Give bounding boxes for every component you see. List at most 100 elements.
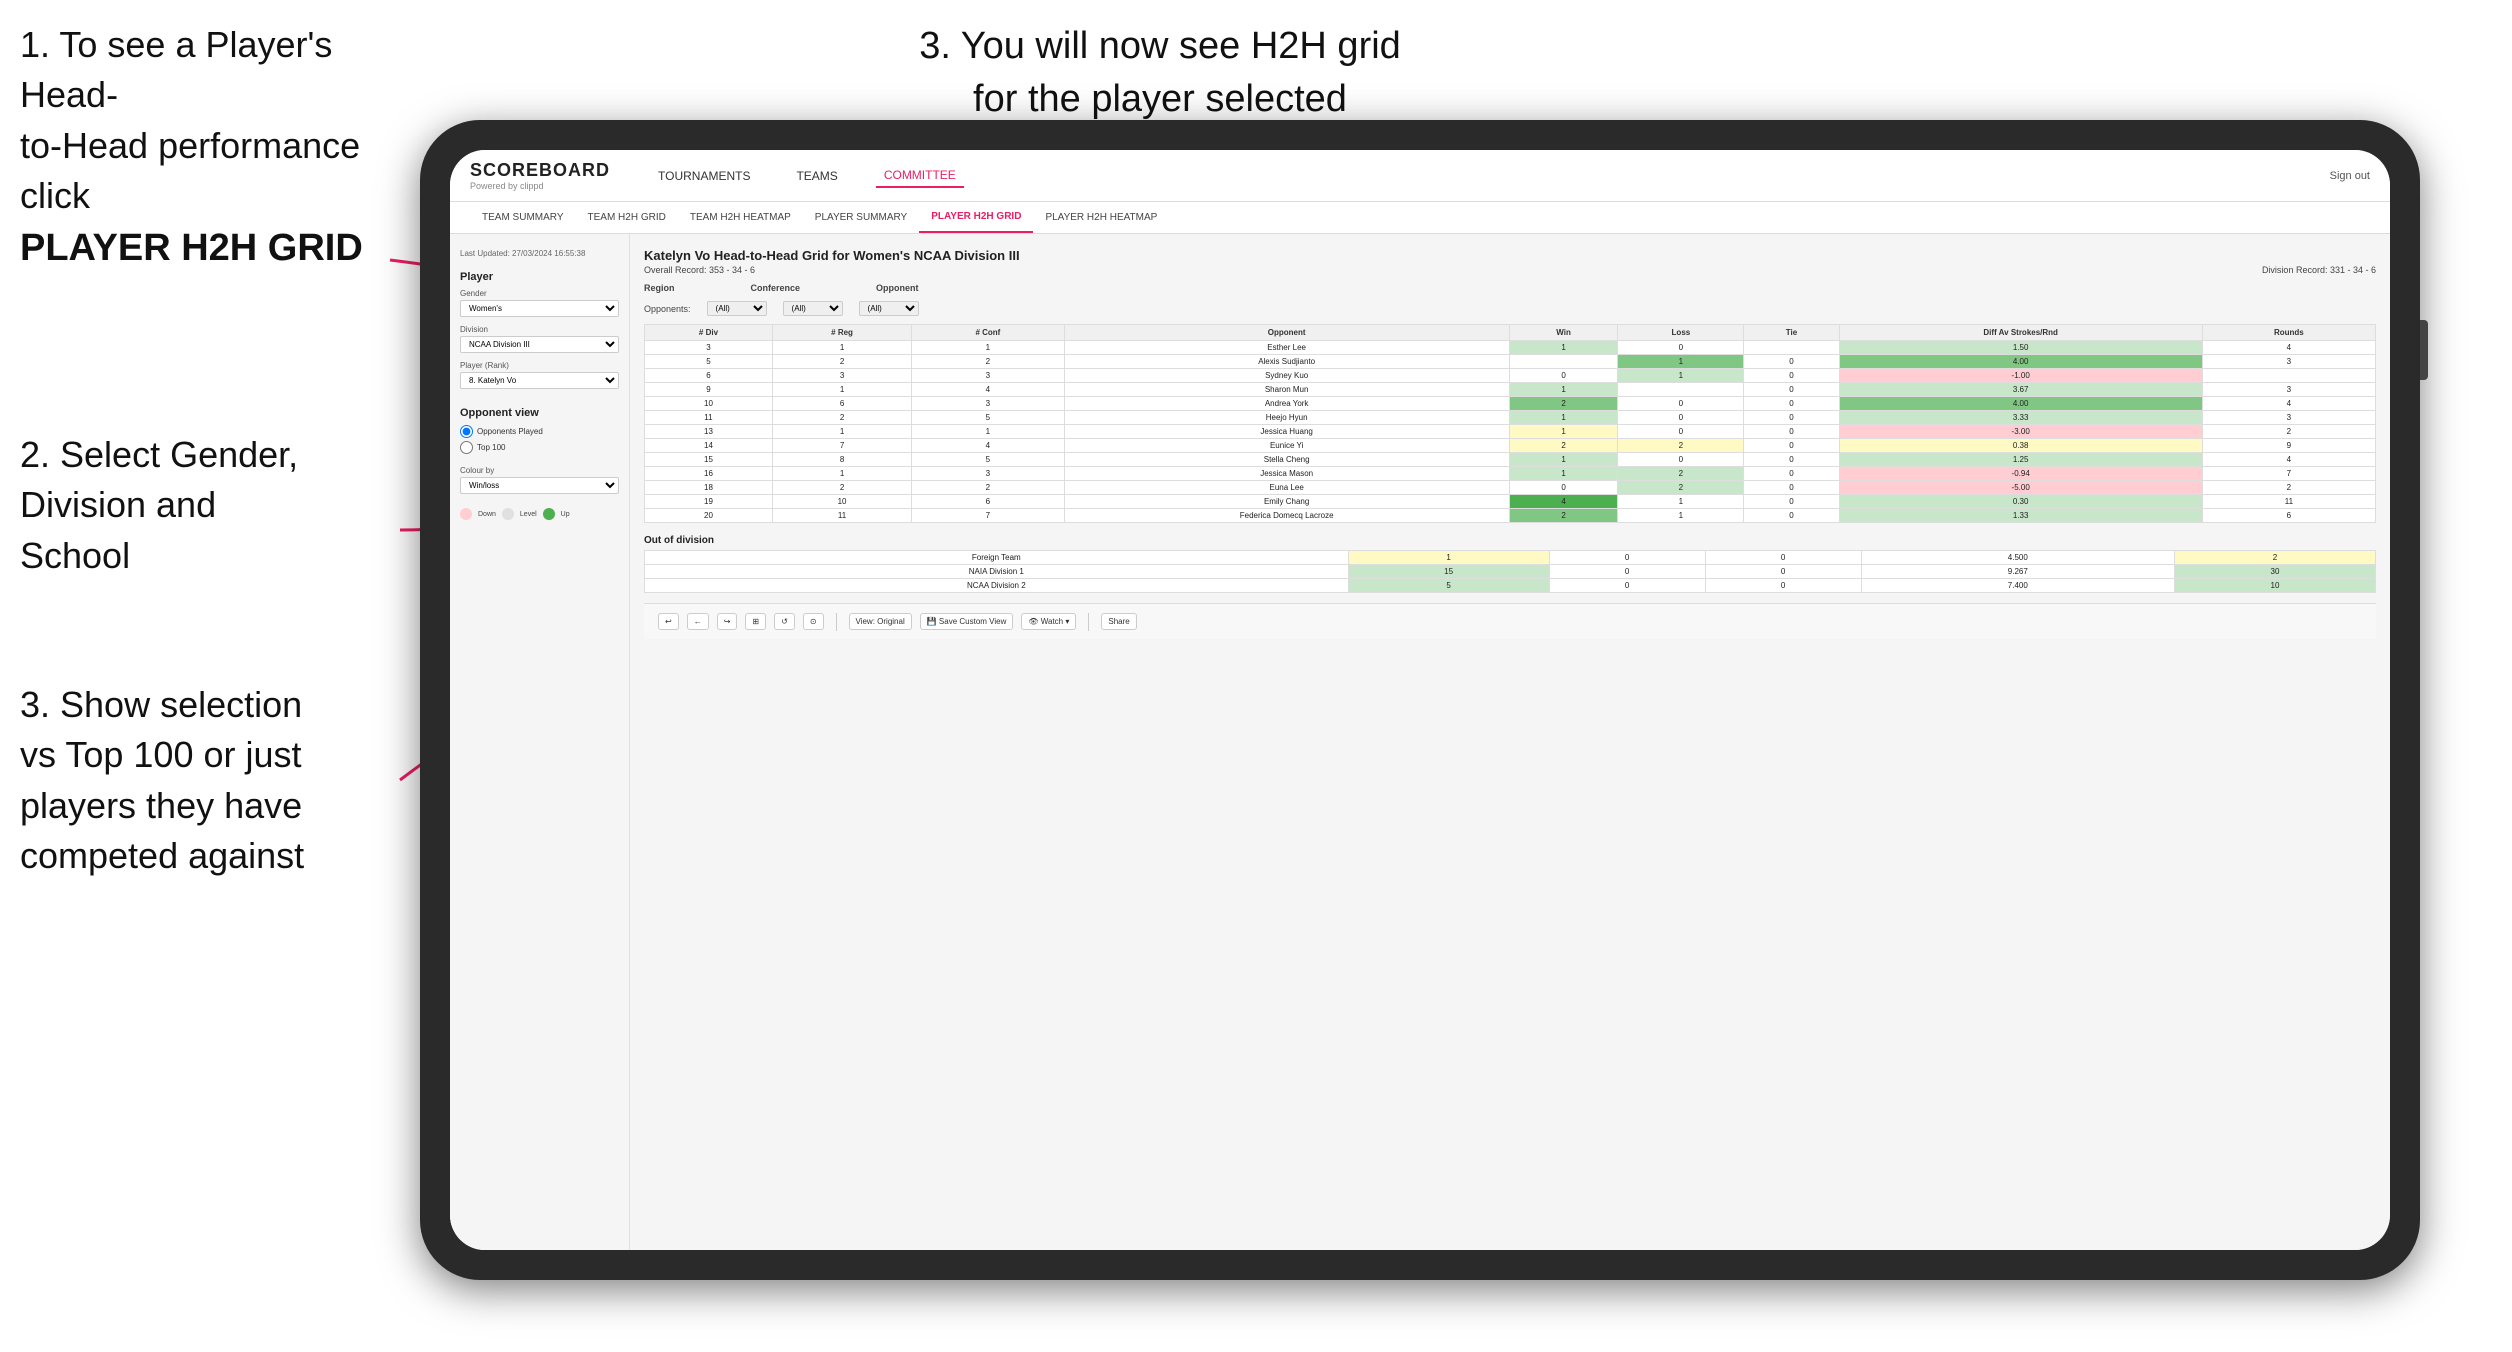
cell-rounds: 4 bbox=[2202, 341, 2375, 355]
sub-nav-team-summary[interactable]: TEAM SUMMARY bbox=[470, 202, 576, 233]
conference-label: Conference bbox=[751, 283, 801, 293]
cell-div: 10 bbox=[645, 397, 773, 411]
cell-win: 0 bbox=[1509, 481, 1618, 495]
table-row: 15 8 5 Stella Cheng 1 0 0 1.25 4 bbox=[645, 453, 2376, 467]
cell-diff: 0.38 bbox=[1839, 439, 2202, 453]
cell-loss: 2 bbox=[1618, 467, 1744, 481]
table-row: 18 2 2 Euna Lee 0 2 0 -5.00 2 bbox=[645, 481, 2376, 495]
cell-rounds: 3 bbox=[2202, 411, 2375, 425]
sidebar-division-select[interactable]: NCAA Division III bbox=[460, 336, 619, 353]
col-tie: Tie bbox=[1744, 325, 1839, 341]
dot-level bbox=[502, 508, 514, 520]
cell-reg: 3 bbox=[772, 369, 911, 383]
colour-by-select[interactable]: Win/loss bbox=[460, 477, 619, 494]
cell-conf: 4 bbox=[912, 439, 1064, 453]
cell-div: 18 bbox=[645, 481, 773, 495]
cell-tie: 0 bbox=[1744, 425, 1839, 439]
cell-loss: 0 bbox=[1618, 425, 1744, 439]
app-header: SCOREBOARD Powered by clippd TOURNAMENTS… bbox=[450, 150, 2390, 202]
toolbar-view-original[interactable]: View: Original bbox=[849, 613, 912, 630]
cell-rounds: 4 bbox=[2202, 397, 2375, 411]
cell-diff: 4.00 bbox=[1839, 397, 2202, 411]
sub-nav-player-summary[interactable]: PLAYER SUMMARY bbox=[803, 202, 919, 233]
toolbar-refresh[interactable]: ↺ bbox=[774, 613, 795, 630]
nav-teams[interactable]: TEAMS bbox=[788, 165, 845, 187]
instruction-step1: 1. To see a Player's Head- to-Head perfo… bbox=[20, 20, 400, 275]
toolbar-back[interactable]: ← bbox=[687, 613, 709, 630]
cell-tie: 0 bbox=[1744, 369, 1839, 383]
cell-conf: 3 bbox=[912, 397, 1064, 411]
sub-nav-player-h2h-heatmap[interactable]: PLAYER H2H HEATMAP bbox=[1033, 202, 1169, 233]
sub-nav-team-h2h-heatmap[interactable]: TEAM H2H HEATMAP bbox=[678, 202, 803, 233]
table-row: 20 11 7 Federica Domecq Lacroze 2 1 0 1.… bbox=[645, 509, 2376, 523]
cell-win: 1 bbox=[1509, 453, 1618, 467]
sub-nav-team-h2h-grid[interactable]: TEAM H2H GRID bbox=[576, 202, 678, 233]
cell-win: 2 bbox=[1509, 509, 1618, 523]
colour-section: Colour by Win/loss Down Level Up bbox=[460, 466, 619, 520]
cell-rounds: 6 bbox=[2202, 509, 2375, 523]
grid-subtitle: Overall Record: 353 - 34 - 6 Division Re… bbox=[644, 265, 2376, 275]
col-div: # Div bbox=[645, 325, 773, 341]
conference-filter[interactable]: (All) bbox=[783, 301, 843, 316]
cell-opponent: Federica Domecq Lacroze bbox=[1064, 509, 1509, 523]
col-diff: Diff Av Strokes/Rnd bbox=[1839, 325, 2202, 341]
cell-win: 2 bbox=[1509, 439, 1618, 453]
sign-out[interactable]: Sign out bbox=[2330, 170, 2370, 182]
cell-conf: 7 bbox=[912, 509, 1064, 523]
out-div-win: 1 bbox=[1348, 551, 1549, 565]
radio-top100[interactable]: Top 100 bbox=[460, 441, 619, 454]
colour-by-label: Colour by bbox=[460, 466, 619, 475]
cell-diff: 0.30 bbox=[1839, 495, 2202, 509]
opponent-filter[interactable]: (All) bbox=[859, 301, 919, 316]
col-loss: Loss bbox=[1618, 325, 1744, 341]
out-div-label: NCAA Division 2 bbox=[645, 579, 1349, 593]
out-div-rounds: 10 bbox=[2174, 579, 2375, 593]
cell-conf: 4 bbox=[912, 383, 1064, 397]
toolbar-undo[interactable]: ↩ bbox=[658, 613, 679, 630]
sidebar: Last Updated: 27/03/2024 16:55:38 Player… bbox=[450, 234, 630, 1250]
toolbar-sep2 bbox=[1088, 613, 1089, 631]
toolbar-grid[interactable]: ⊞ bbox=[745, 613, 766, 630]
out-div-table: Foreign Team 1 0 0 4.500 2 NAIA Division… bbox=[644, 550, 2376, 593]
cell-opponent: Esther Lee bbox=[1064, 341, 1509, 355]
cell-win: 1 bbox=[1509, 341, 1618, 355]
nav-tournaments[interactable]: TOURNAMENTS bbox=[650, 165, 758, 187]
table-row: 6 3 3 Sydney Kuo 0 1 0 -1.00 bbox=[645, 369, 2376, 383]
cell-tie: 0 bbox=[1744, 383, 1839, 397]
cell-tie: 0 bbox=[1744, 467, 1839, 481]
out-div-row: Foreign Team 1 0 0 4.500 2 bbox=[645, 551, 2376, 565]
h2h-table: # Div # Reg # Conf Opponent Win Loss Tie… bbox=[644, 324, 2376, 523]
dot-down bbox=[460, 508, 472, 520]
toolbar-share[interactable]: Share bbox=[1101, 613, 1136, 630]
cell-rounds: 3 bbox=[2202, 355, 2375, 369]
overall-record: Overall Record: 353 - 34 - 6 bbox=[644, 265, 755, 275]
cell-reg: 2 bbox=[772, 411, 911, 425]
cell-tie: 0 bbox=[1744, 411, 1839, 425]
nav-committee[interactable]: COMMITTEE bbox=[876, 164, 964, 188]
out-div-win: 5 bbox=[1348, 579, 1549, 593]
table-row: 14 7 4 Eunice Yi 2 2 0 0.38 9 bbox=[645, 439, 2376, 453]
cell-opponent: Sharon Mun bbox=[1064, 383, 1509, 397]
cell-loss: 0 bbox=[1618, 397, 1744, 411]
out-div-loss: 0 bbox=[1549, 565, 1705, 579]
toolbar-watch[interactable]: 👁 Watch ▾ bbox=[1021, 613, 1076, 630]
cell-opponent: Euna Lee bbox=[1064, 481, 1509, 495]
cell-loss: 1 bbox=[1618, 369, 1744, 383]
sidebar-player-rank-select[interactable]: 8. Katelyn Vo bbox=[460, 372, 619, 389]
toolbar-settings[interactable]: ⊙ bbox=[803, 613, 824, 630]
sub-nav-player-h2h-grid[interactable]: PLAYER H2H GRID bbox=[919, 202, 1033, 233]
cell-rounds: 3 bbox=[2202, 383, 2375, 397]
sidebar-gender-select[interactable]: Women's bbox=[460, 300, 619, 317]
cell-reg: 8 bbox=[772, 453, 911, 467]
cell-conf: 2 bbox=[912, 481, 1064, 495]
toolbar-save-custom[interactable]: 💾 Save Custom View bbox=[920, 613, 1014, 630]
cell-opponent: Heejo Hyun bbox=[1064, 411, 1509, 425]
cell-conf: 1 bbox=[912, 425, 1064, 439]
radio-opponents-played[interactable]: Opponents Played bbox=[460, 425, 619, 438]
toolbar-redo[interactable]: ↪ bbox=[717, 613, 738, 630]
cell-div: 20 bbox=[645, 509, 773, 523]
cell-tie: 0 bbox=[1744, 439, 1839, 453]
cell-win bbox=[1509, 355, 1618, 369]
region-filter[interactable]: (All) bbox=[707, 301, 767, 316]
cell-opponent: Jessica Huang bbox=[1064, 425, 1509, 439]
